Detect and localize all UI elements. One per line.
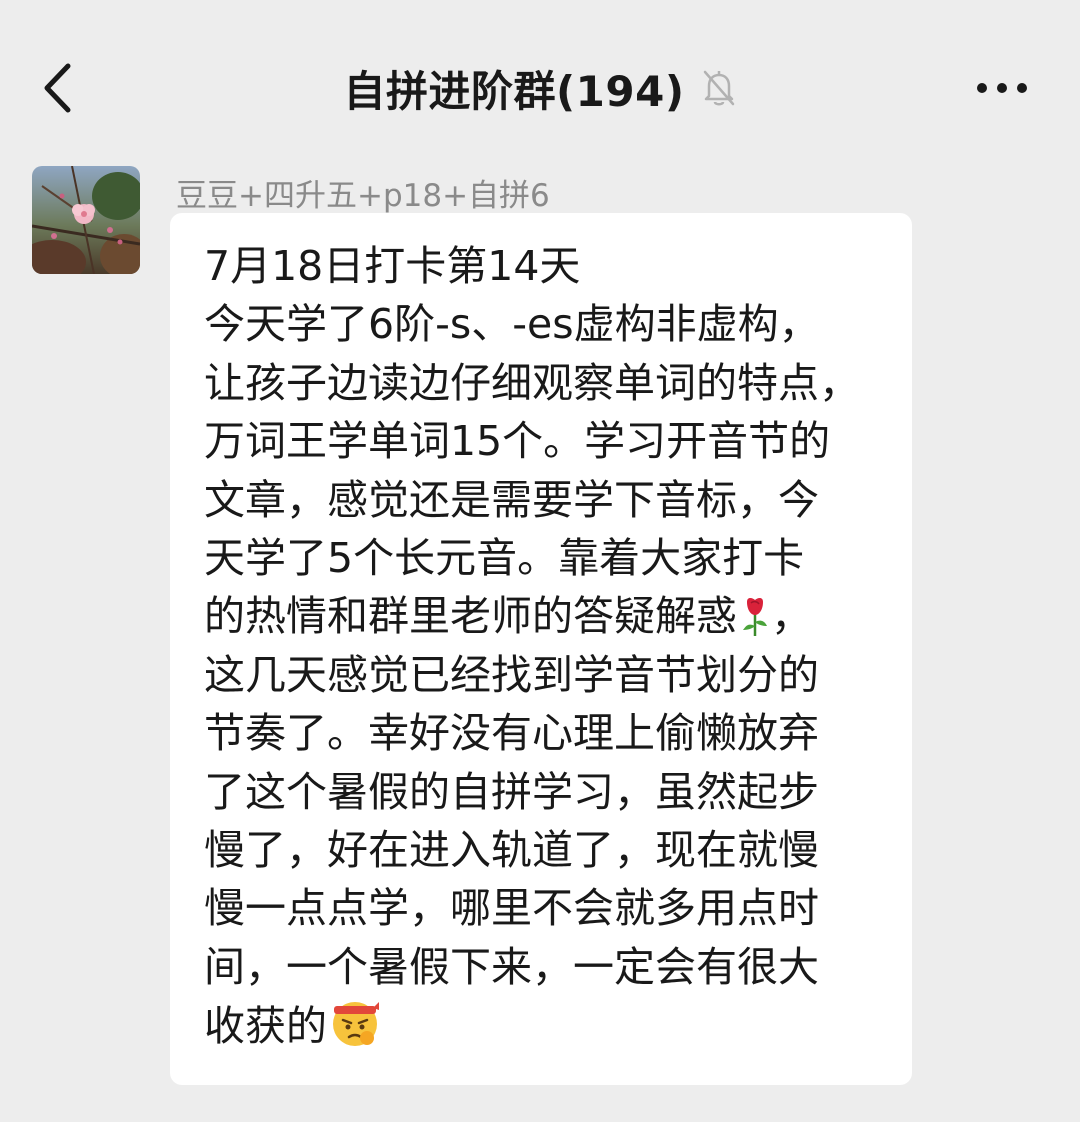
message-line: 了这个暑假的自拼学习，虽然起步	[204, 767, 819, 816]
message-line: 文章，感觉还是需要学下音标，今	[204, 475, 819, 524]
message-line: 万词王学单词15个。学习开音节的	[204, 417, 831, 466]
fighting-emoji	[333, 1002, 379, 1047]
message-line: 天学了5个长元音。靠着大家打卡	[204, 533, 805, 582]
avatar[interactable]	[32, 166, 140, 274]
title-area: 自拼进阶群(194)	[0, 58, 1080, 118]
message-line: 间，一个暑假下来，一定会有很大	[204, 942, 819, 991]
more-dots-icon	[977, 83, 1027, 93]
bell-muted-icon	[703, 70, 734, 106]
message-line-text: 的热情和群里老师的答疑解惑	[204, 592, 737, 641]
top-bar: 自拼进阶群(194)	[0, 0, 1080, 150]
rose-emoji	[743, 598, 767, 637]
message-line: 让孩子边读边仔细观察单词的特点，	[204, 358, 860, 407]
chat-title: 自拼进阶群(194)	[343, 66, 685, 116]
message-line-with-rose: 的热情和群里老师的答疑解惑 ，	[204, 587, 882, 645]
message-line-with-emoji: 收获的	[204, 996, 882, 1054]
message-line: 慢了，好在进入轨道了，现在就慢	[204, 825, 819, 874]
sender-name: 豆豆+四升五+p18+自拼6	[176, 178, 550, 214]
message-line: 这几天感觉已经找到学音节划分的	[204, 650, 819, 699]
message-line: 今天学了6阶-s、-es虚构非虚构，	[204, 300, 820, 349]
message-line-text: 收获的	[204, 1002, 327, 1051]
message-line: 慢一点点学，哪里不会就多用点时	[204, 884, 819, 933]
message-line: 节奏了。幸好没有心理上偷懒放弃	[204, 709, 819, 758]
message-line-suffix: ，	[771, 592, 812, 641]
peach-blossom-avatar	[32, 166, 140, 274]
message-line: 7月18日打卡第14天	[204, 242, 581, 290]
more-button[interactable]	[972, 70, 1032, 106]
message-bubble[interactable]: 7月18日打卡第14天 今天学了6阶-s、-es虚构非虚构， 让孩子边读边仔细观…	[170, 213, 912, 1085]
